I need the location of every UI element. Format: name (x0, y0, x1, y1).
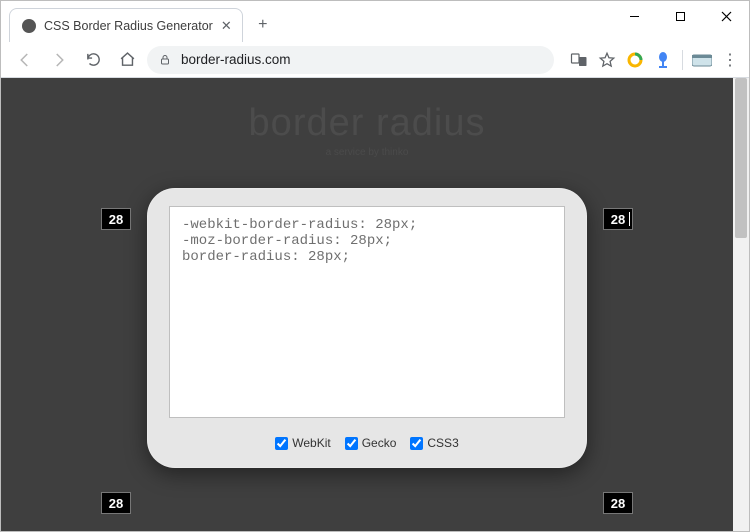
browser-tab[interactable]: CSS Border Radius Generator ✕ (9, 8, 243, 42)
checkbox-gecko[interactable] (345, 437, 358, 450)
lock-icon (159, 53, 171, 66)
window-maximize-button[interactable] (657, 1, 703, 31)
tab-close-button[interactable]: ✕ (221, 18, 232, 34)
extension-icon-1[interactable] (624, 49, 646, 71)
option-gecko-label: Gecko (362, 436, 397, 450)
radius-input-bottom-left[interactable]: 28 (101, 492, 131, 514)
vertical-scrollbar[interactable] (733, 78, 749, 531)
translate-icon[interactable] (568, 49, 590, 71)
css-output[interactable]: -webkit-border-radius: 28px; -moz-border… (169, 206, 565, 418)
url-text: border-radius.com (181, 52, 291, 67)
option-webkit[interactable]: WebKit (275, 436, 330, 450)
tab-title: CSS Border Radius Generator (44, 19, 213, 33)
option-css3-label: CSS3 (427, 436, 458, 450)
option-gecko[interactable]: Gecko (345, 436, 397, 450)
checkbox-webkit[interactable] (275, 437, 288, 450)
option-webkit-label: WebKit (292, 436, 330, 450)
extension-icon-2[interactable] (652, 49, 674, 71)
bookmark-star-icon[interactable] (596, 49, 618, 71)
radius-input-top-left[interactable]: 28 (101, 208, 131, 230)
separator (682, 50, 683, 70)
window-minimize-button[interactable] (611, 1, 657, 31)
extension-icon-3[interactable] (691, 49, 713, 71)
preview-box: -webkit-border-radius: 28px; -moz-border… (147, 188, 587, 468)
page-title: border radius (1, 78, 733, 145)
nav-home-button[interactable] (113, 46, 141, 74)
checkbox-css3[interactable] (410, 437, 423, 450)
radius-input-top-right[interactable]: 28 (603, 208, 633, 230)
radius-input-bottom-right[interactable]: 28 (603, 492, 633, 514)
favicon-icon (22, 19, 36, 33)
nav-reload-button[interactable] (79, 46, 107, 74)
address-bar[interactable]: border-radius.com (147, 46, 554, 74)
option-css3[interactable]: CSS3 (410, 436, 458, 450)
nav-back-button[interactable] (11, 46, 39, 74)
chrome-menu-button[interactable]: ⋮ (719, 49, 741, 71)
page-subtitle: a service by thinko (1, 147, 733, 158)
new-tab-button[interactable]: + (249, 11, 277, 39)
scrollbar-thumb[interactable] (735, 78, 747, 238)
nav-forward-button[interactable] (45, 46, 73, 74)
window-close-button[interactable] (703, 1, 749, 31)
